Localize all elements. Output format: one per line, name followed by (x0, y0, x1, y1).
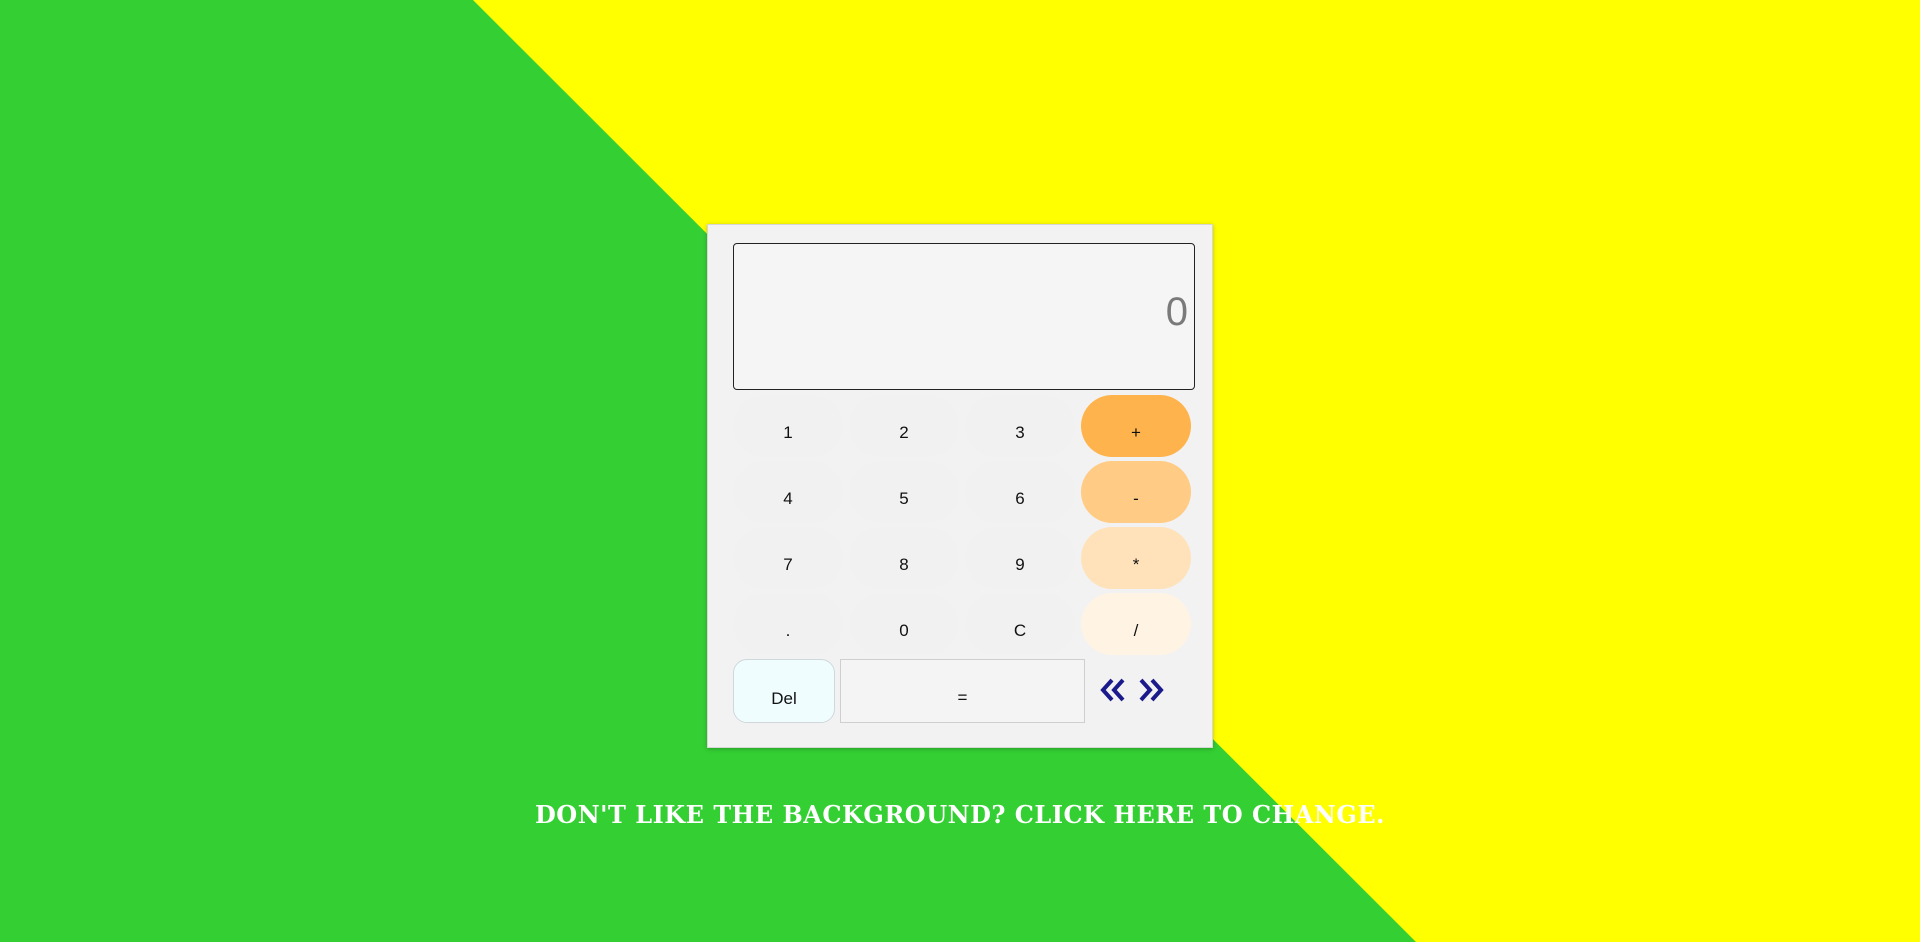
key-minus[interactable]: - (1081, 461, 1191, 523)
key-divide[interactable]: / (1081, 593, 1191, 655)
equals-button[interactable]: = (840, 659, 1085, 723)
key-decimal[interactable]: . (733, 593, 843, 655)
display-value: 0 (1165, 290, 1188, 334)
key-2[interactable]: 2 (849, 395, 959, 457)
calculator-display: 0 (733, 243, 1195, 390)
double-chevron-left-icon[interactable] (1098, 677, 1128, 703)
key-1[interactable]: 1 (733, 395, 843, 457)
key-0[interactable]: 0 (849, 593, 959, 655)
delete-button[interactable]: Del (733, 659, 835, 723)
key-3[interactable]: 3 (965, 395, 1075, 457)
key-9[interactable]: 9 (965, 527, 1075, 589)
key-plus[interactable]: + (1081, 395, 1191, 457)
key-4[interactable]: 4 (733, 461, 843, 523)
key-7[interactable]: 7 (733, 527, 843, 589)
change-background-link[interactable]: Don't like the background? Click here to… (535, 800, 1385, 829)
calculator: 0 1 2 3 + 4 5 6 - 7 8 9 * . 0 C / Del = (707, 224, 1213, 748)
key-5[interactable]: 5 (849, 461, 959, 523)
key-6[interactable]: 6 (965, 461, 1075, 523)
key-multiply[interactable]: * (1081, 527, 1191, 589)
key-8[interactable]: 8 (849, 527, 959, 589)
double-chevron-right-icon[interactable] (1136, 677, 1166, 703)
key-clear[interactable]: C (965, 593, 1075, 655)
